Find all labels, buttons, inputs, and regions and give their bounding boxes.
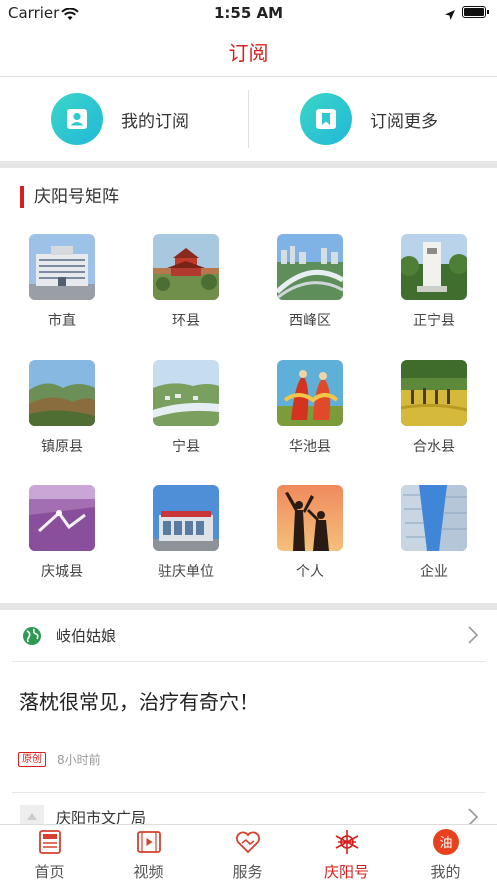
clock: 1:55 AM xyxy=(213,4,284,22)
city-aerial-image xyxy=(277,234,343,300)
folk-dance-image xyxy=(277,360,343,426)
matrix-item-label: 驻庆单位 xyxy=(158,564,214,580)
my-subscriptions-label: 我的订阅 xyxy=(121,111,189,132)
battery-icon xyxy=(462,6,489,18)
tab-label: 我的 xyxy=(430,863,461,881)
skyscraper-image xyxy=(401,485,467,551)
matrix-item-huanxian[interactable]: 环县 xyxy=(136,234,236,330)
matrix-item-ningxian[interactable]: 宁县 xyxy=(136,360,236,456)
matrix-item-label: 宁县 xyxy=(172,439,200,455)
article-time: 8小时前 xyxy=(57,753,101,767)
source-name: 岐伯姑娘 xyxy=(56,627,117,645)
matrix-item-label: 华池县 xyxy=(289,439,331,455)
article-headline[interactable]: 落枕很常见，治疗有奇穴！ xyxy=(19,686,259,715)
matrix-item-heshui[interactable]: 合水县 xyxy=(384,360,484,456)
tab-qingyanghao[interactable]: 庆阳号 xyxy=(297,825,396,884)
oil-badge-text: 油 xyxy=(439,836,452,851)
tab-home[interactable]: 首页 xyxy=(0,825,99,884)
matrix-item-label: 个人 xyxy=(296,564,324,580)
matrix-item-huachi[interactable]: 华池县 xyxy=(260,360,360,456)
qingyang-star-icon xyxy=(333,828,361,856)
profile-oil-icon: 油 xyxy=(432,828,460,856)
tab-service[interactable]: 服务 xyxy=(198,825,297,884)
matrix-item-label: 环县 xyxy=(172,313,200,329)
divider xyxy=(12,661,485,662)
divider xyxy=(248,90,249,148)
tab-label: 首页 xyxy=(34,863,65,881)
matrix-item-label: 企业 xyxy=(420,564,448,580)
section-separator xyxy=(0,603,497,610)
matrix-item-label: 市直 xyxy=(48,313,76,329)
station-building-image xyxy=(153,485,219,551)
matrix-item-zhengning[interactable]: 正宁县 xyxy=(384,234,484,330)
mountain-landscape-image xyxy=(29,360,95,426)
government-building-image xyxy=(29,234,95,300)
source-row[interactable]: 岐伯姑娘 xyxy=(0,611,497,661)
temple-image xyxy=(153,234,219,300)
tab-video[interactable]: 视频 xyxy=(99,825,198,884)
matrix-item-geren[interactable]: 个人 xyxy=(260,485,360,581)
matrix-item-qingcheng[interactable]: 庆城县 xyxy=(12,485,112,581)
harvest-field-image xyxy=(401,360,467,426)
original-badge: 原创 xyxy=(18,752,46,767)
tab-label: 视频 xyxy=(133,863,164,881)
page-title: 订阅 xyxy=(228,41,269,65)
tab-label: 庆阳号 xyxy=(323,863,369,881)
user-icon xyxy=(51,93,103,145)
nav-bar: 订阅 xyxy=(0,26,497,77)
my-subscriptions-button[interactable]: 我的订阅 xyxy=(51,77,189,161)
matrix-item-shizhi[interactable]: 市直 xyxy=(12,234,112,330)
sunset-silhouette-image xyxy=(277,485,343,551)
bookmark-icon xyxy=(300,93,352,145)
monument-image xyxy=(401,234,467,300)
service-heart-icon xyxy=(234,828,262,856)
matrix-item-label: 西峰区 xyxy=(289,313,331,329)
river-valley-image xyxy=(153,360,219,426)
matrix-item-label: 镇原县 xyxy=(41,439,83,455)
video-icon xyxy=(135,828,163,856)
chevron-right-icon xyxy=(467,625,479,649)
matrix-item-zhuqing[interactable]: 驻庆单位 xyxy=(136,485,236,581)
matrix-item-qiye[interactable]: 企业 xyxy=(384,485,484,581)
status-bar: Carrier 1:55 AM xyxy=(0,0,497,26)
tab-mine[interactable]: 油 我的 xyxy=(396,825,495,884)
globe-icon xyxy=(22,626,42,646)
matrix-item-label: 庆城县 xyxy=(41,564,83,580)
subscribe-more-label: 订阅更多 xyxy=(370,111,438,132)
matrix-item-xifeng[interactable]: 西峰区 xyxy=(260,234,360,330)
tab-bar: 首页 视频 服务 庆阳号 油 我的 xyxy=(0,824,497,884)
lavender-field-image xyxy=(29,485,95,551)
tab-label: 服务 xyxy=(232,863,263,881)
section-separator xyxy=(0,161,497,168)
matrix-item-label: 正宁县 xyxy=(413,313,455,329)
location-arrow-icon xyxy=(444,6,456,25)
matrix-item-zhenyuan[interactable]: 镇原县 xyxy=(12,360,112,456)
news-icon xyxy=(36,828,64,856)
subscribe-more-button[interactable]: 订阅更多 xyxy=(300,77,438,161)
matrix-section-title: 庆阳号矩阵 xyxy=(20,186,119,208)
matrix-item-label: 合水县 xyxy=(413,439,455,455)
